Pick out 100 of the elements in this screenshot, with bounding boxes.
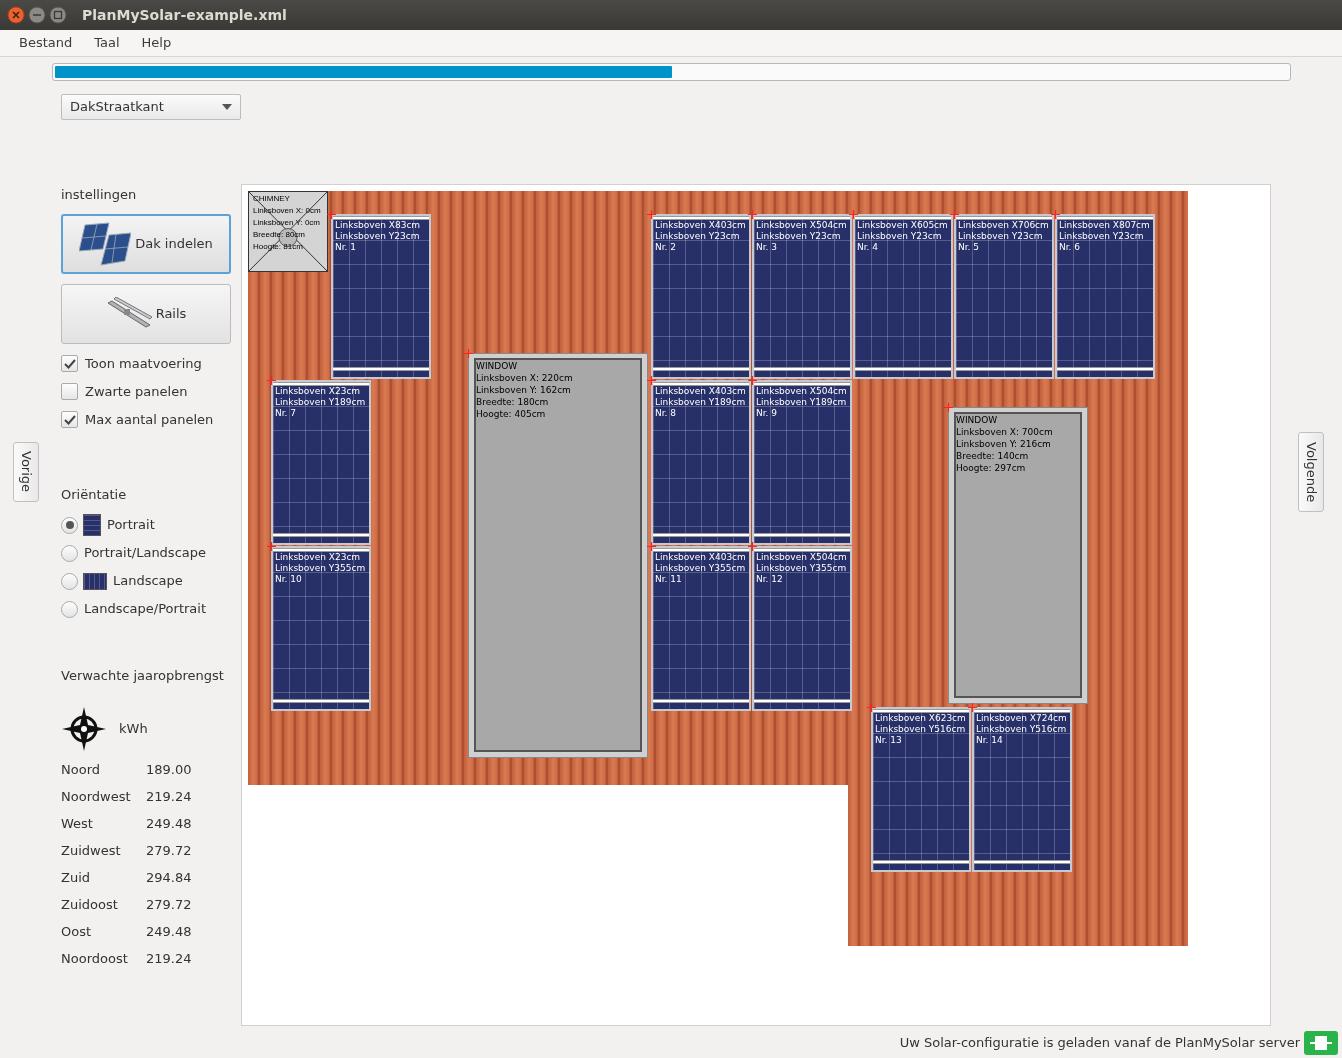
roof-dropdown[interactable]: DakStraatkant xyxy=(61,94,241,120)
orientation-radio[interactable]: Portrait xyxy=(61,514,241,536)
option-checkbox[interactable]: Zwarte panelen xyxy=(61,381,241,402)
chimney[interactable] xyxy=(248,191,328,272)
crosshair-icon xyxy=(849,210,858,219)
yield-value: 249.48 xyxy=(146,923,192,942)
menu-item[interactable]: Taal xyxy=(94,33,120,53)
panel-y-label: Linksboven Y23cm xyxy=(856,231,943,242)
next-button[interactable]: Volgende xyxy=(1298,432,1324,512)
tool-button[interactable]: Rails xyxy=(61,283,231,344)
solar-panel[interactable]: Linksboven X807cm Linksboven Y23cm Nr. 6 xyxy=(1055,214,1155,379)
maximize-icon[interactable] xyxy=(49,6,67,24)
radio[interactable] xyxy=(61,544,78,562)
panel-number: Nr. 7 xyxy=(274,408,298,419)
panel-x-label: Linksboven X23cm xyxy=(274,386,362,397)
panel-number: Nr. 4 xyxy=(856,242,880,253)
roof-window[interactable]: WINDOW Linksboven X: 220cm Linksboven Y: 162cm Breedte: 180cm Hoogte: 405cm xyxy=(468,353,648,758)
orientation-radio[interactable]: Landscape xyxy=(61,570,241,592)
crosshair-icon xyxy=(950,210,959,219)
option-checkbox[interactable]: Max aantal panelen xyxy=(61,409,241,430)
solar-panel[interactable]: Linksboven X403cm Linksboven Y355cm Nr. 11 xyxy=(651,546,751,711)
solar-panel[interactable]: Linksboven X403cm Linksboven Y189cm Nr. 8 xyxy=(651,380,751,545)
panel-number: Nr. 9 xyxy=(755,408,779,419)
landscape-panel-icon xyxy=(83,572,107,590)
panel-x-label: Linksboven X504cm xyxy=(755,552,848,563)
solar-panel[interactable]: Linksboven X23cm Linksboven Y355cm Nr. 10 xyxy=(271,546,371,711)
option-checkbox[interactable]: Toon maatvoering xyxy=(61,353,241,374)
tool-button[interactable]: Dak indelen xyxy=(61,213,231,274)
panel-number: Nr. 3 xyxy=(755,242,779,253)
crosshair-icon xyxy=(647,376,656,385)
yield-value: 294.84 xyxy=(146,869,192,888)
minimize-icon[interactable] xyxy=(28,6,46,24)
radio[interactable] xyxy=(61,600,78,618)
solar-panel[interactable]: Linksboven X605cm Linksboven Y23cm Nr. 4 xyxy=(853,214,953,379)
menu-item[interactable]: Help xyxy=(141,33,172,53)
crosshair-icon xyxy=(267,376,276,385)
panel-number: Nr. 13 xyxy=(874,735,903,746)
panel-x-label: Linksboven X724cm xyxy=(975,713,1068,724)
orientation-radio[interactable]: Portrait/Landscape xyxy=(61,542,241,564)
panel-y-label: Linksboven Y189cm xyxy=(654,397,747,408)
solar-panel[interactable]: Linksboven X623cm Linksboven Y516cm Nr. 13 xyxy=(871,707,971,872)
obstacle-label: Hoogte: 81cm xyxy=(253,241,303,253)
panel-x-label: Linksboven X504cm xyxy=(755,386,848,397)
connection-icon xyxy=(1304,1031,1338,1055)
radio[interactable] xyxy=(61,572,78,590)
orientation-heading: Oriëntatie xyxy=(61,485,128,504)
crosshair-icon xyxy=(1051,210,1060,219)
settings-heading: instellingen xyxy=(61,186,138,204)
panel-number: Nr. 12 xyxy=(755,574,784,585)
yield-heading: Verwachte jaaropbrengst xyxy=(61,667,225,685)
panel-y-label: Linksboven Y23cm xyxy=(1058,231,1145,242)
obstacle-label: Breedte: 180cm xyxy=(476,396,549,408)
check-icon xyxy=(63,358,76,369)
panel-y-label: Linksboven Y23cm xyxy=(654,231,741,242)
solar-panel[interactable]: Linksboven X403cm Linksboven Y23cm Nr. 2 xyxy=(651,214,751,379)
close-icon[interactable] xyxy=(7,6,25,24)
obstacle-label: Hoogte: 405cm xyxy=(476,408,546,420)
crosshair-icon xyxy=(748,376,757,385)
yield-value: 249.48 xyxy=(146,815,192,834)
crosshair-icon xyxy=(464,349,473,358)
obstacle-label: Hoogte: 297cm xyxy=(956,462,1026,474)
yield-value: 219.24 xyxy=(146,788,192,807)
panel-x-label: Linksboven X706cm xyxy=(957,220,1050,231)
menu-item[interactable]: Bestand xyxy=(19,33,73,53)
panel-number: Nr. 11 xyxy=(654,574,683,585)
solar-panel[interactable]: Linksboven X23cm Linksboven Y189cm Nr. 7 xyxy=(271,380,371,545)
crosshair-icon xyxy=(867,703,876,712)
panel-x-label: Linksboven X807cm xyxy=(1058,220,1151,231)
solar-panel[interactable]: Linksboven X706cm Linksboven Y23cm Nr. 5 xyxy=(954,214,1054,379)
checkbox[interactable] xyxy=(61,411,78,428)
panel-x-label: Linksboven X23cm xyxy=(274,552,362,563)
yield-value: 279.72 xyxy=(146,842,192,861)
solar-panel[interactable]: Linksboven X504cm Linksboven Y355cm Nr. 12 xyxy=(752,546,852,711)
crosshair-icon xyxy=(647,210,656,219)
panel-x-label: Linksboven X403cm xyxy=(654,386,747,397)
radio[interactable] xyxy=(61,516,78,534)
panel-y-label: Linksboven Y189cm xyxy=(274,397,367,408)
panel-number: Nr. 5 xyxy=(957,242,981,253)
panel-x-label: Linksboven X623cm xyxy=(874,713,967,724)
obstacle-label: Linksboven X: 220cm xyxy=(476,372,573,384)
direction-label: Oost xyxy=(61,923,93,942)
solar-panel[interactable]: Linksboven X504cm Linksboven Y23cm Nr. 3 xyxy=(752,214,852,379)
panel-number: Nr. 2 xyxy=(654,242,678,253)
solar-panel[interactable]: Linksboven X83cm Linksboven Y23cm Nr. 1 xyxy=(331,214,431,379)
roof-window[interactable]: WINDOW Linksboven X: 700cm Linksboven Y: 216cm Breedte: 140cm Hoogte: 297cm xyxy=(948,407,1088,704)
panel-number: Nr. 8 xyxy=(654,408,678,419)
previous-button[interactable]: Vorige xyxy=(13,442,39,502)
orientation-radio[interactable]: Landscape/Portrait xyxy=(61,598,241,620)
direction-label: Zuidoost xyxy=(61,896,119,915)
yield-value: 279.72 xyxy=(146,896,192,915)
solar-panel[interactable]: Linksboven X724cm Linksboven Y516cm Nr. 14 xyxy=(972,707,1072,872)
panel-x-label: Linksboven X403cm xyxy=(654,220,747,231)
yield-unit: kWh xyxy=(119,719,148,738)
obstacle-label: Linksboven X: 700cm xyxy=(956,426,1053,438)
solar-panel[interactable]: Linksboven X504cm Linksboven Y189cm Nr. 9 xyxy=(752,380,852,545)
checkbox[interactable] xyxy=(61,355,78,372)
checkbox[interactable] xyxy=(61,383,78,400)
panel-y-label: Linksboven Y355cm xyxy=(654,563,747,574)
panel-y-label: Linksboven Y516cm xyxy=(975,724,1068,735)
portrait-panel-icon xyxy=(83,514,101,536)
